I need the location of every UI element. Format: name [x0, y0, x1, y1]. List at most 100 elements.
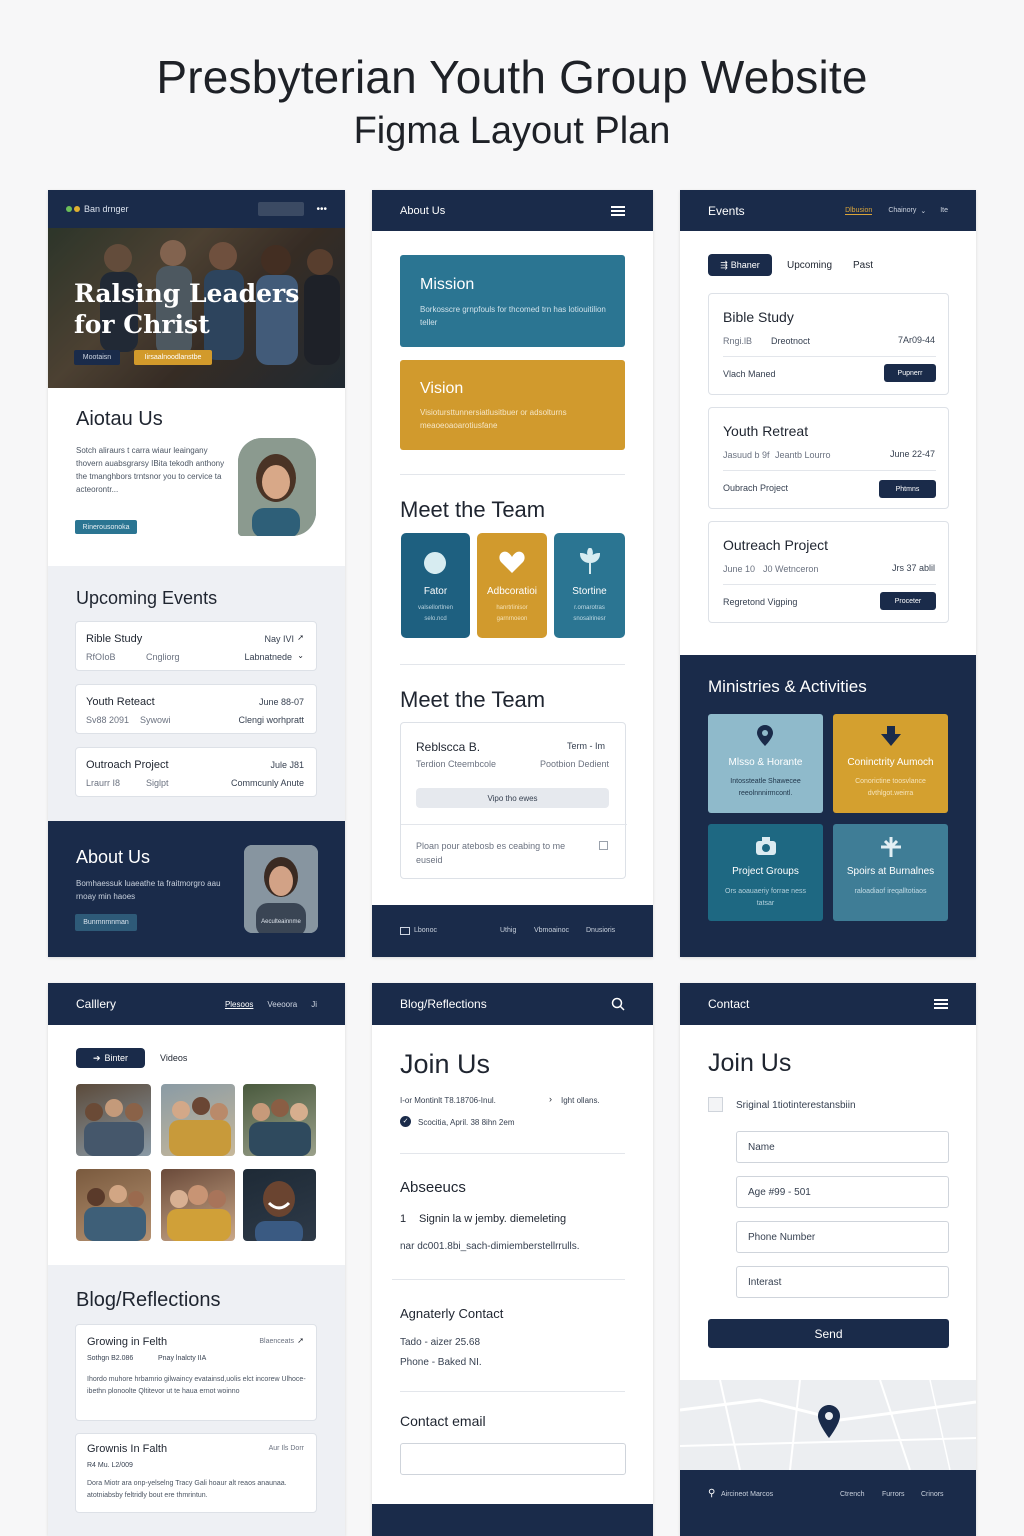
- footer-link-2[interactable]: Vbmoainoc: [534, 927, 569, 934]
- logo-text[interactable]: Ban drnger: [84, 204, 129, 214]
- footer-link-1[interactable]: Uthig: [500, 927, 516, 934]
- email-input[interactable]: [400, 1443, 626, 1475]
- event-card-2[interactable]: Youth Reteact June 88-07 Sv88 2091 Sywow…: [75, 684, 317, 734]
- interest-placeholder: Interast: [748, 1277, 782, 1288]
- team-card-3[interactable]: Stortine r.ornarotras snosalrinesr: [554, 533, 625, 638]
- interest-field[interactable]: Interast: [736, 1266, 949, 1298]
- tab-upcoming[interactable]: Upcoming: [787, 260, 832, 271]
- info-line-1-right[interactable]: Ight ollans.: [561, 1096, 600, 1105]
- nav-link-active[interactable]: Dlbusion: [845, 207, 873, 215]
- mission-card[interactable]: Mission Borkosscre grnpfouls for thcomed…: [400, 255, 625, 347]
- about-button[interactable]: Rinerousonoka: [75, 520, 137, 534]
- team-text: r.ornarotras snosalrinesr: [573, 605, 606, 622]
- event-sub-2: Cngliorg: [146, 652, 180, 662]
- blog-navbar: Blog/Reflections: [372, 983, 653, 1025]
- gallery-photo-3[interactable]: [243, 1084, 316, 1156]
- blog-frame: Blog/Reflections Join Us I-or Montinlt T…: [372, 983, 653, 1536]
- event-card-1[interactable]: Bible Study Rngi.lB Dreotnoct 7Ar09-44 V…: [708, 293, 949, 395]
- phone-field[interactable]: Phone Number: [736, 1221, 949, 1253]
- gallery-photo-1[interactable]: [76, 1084, 151, 1156]
- footer-logo[interactable]: Lbonoc: [414, 927, 437, 934]
- tab-label: Bhaner: [730, 260, 760, 270]
- nav-link[interactable]: Veeoora: [267, 1000, 297, 1009]
- footer-link-2[interactable]: Furrors: [882, 1491, 905, 1498]
- contact-frame: Contact Join Us Sriginal 1tiotinterestan…: [680, 983, 976, 1536]
- event-name: Rible Study: [86, 633, 143, 645]
- gallery-photo-5[interactable]: [161, 1169, 235, 1241]
- event-name: Bible Study: [723, 309, 794, 325]
- gallery-photo-2[interactable]: [161, 1084, 235, 1156]
- tab-active[interactable]: ⇶ Bhaner: [708, 254, 772, 276]
- age-field[interactable]: Age #99 - 501: [736, 1176, 949, 1208]
- member-sub-right: Pootbion Dedient: [539, 759, 609, 769]
- nav-link[interactable]: Chainory: [888, 207, 916, 214]
- event-card-3[interactable]: Outroach Project Jule J81 Lraurr I8 Sigl…: [75, 747, 317, 797]
- event-button[interactable]: Pupnerr: [884, 364, 936, 382]
- event-card-3[interactable]: Outreach Project June 10 J0 Wetnceron Jr…: [708, 521, 949, 623]
- event-card-2[interactable]: Youth Retreat Jasuud b 9f Jeantb Lourro …: [708, 407, 949, 509]
- about2-button[interactable]: Bunmnmnman: [75, 914, 137, 931]
- hero-button-2[interactable]: Iirsaalnoodlanstbe: [134, 350, 212, 365]
- menu-icon[interactable]: [611, 204, 625, 218]
- event-card-1[interactable]: Rible Study Nay IVI ➚ RfOIoB Cngliorg La…: [75, 621, 317, 671]
- map[interactable]: [680, 1380, 976, 1470]
- event-button[interactable]: Phtmns: [879, 480, 936, 498]
- event-date: 7Ar09-44: [897, 335, 935, 345]
- event-date: June 22-47: [889, 449, 935, 459]
- tab-videos[interactable]: Videos: [160, 1053, 187, 1063]
- nav-title: About Us: [400, 204, 446, 217]
- gallery-photo-4[interactable]: [76, 1169, 151, 1241]
- divider: [400, 664, 625, 665]
- gallery-photo-6[interactable]: [243, 1169, 316, 1241]
- footer-link-3[interactable]: Dnusioris: [586, 927, 615, 934]
- team-card-1[interactable]: Fator valsellortlnen selo.ncd: [401, 533, 470, 638]
- vision-card[interactable]: Vision Visiotursttunnersiatlusitbuer or …: [400, 360, 625, 450]
- arrow-icon: ➚: [297, 633, 304, 642]
- name-field[interactable]: Name: [736, 1131, 949, 1163]
- camera-icon: [756, 837, 776, 855]
- gallery-navbar: Calllery Plesoos Veeoora Ji: [48, 983, 345, 1025]
- ministry-card-4[interactable]: Spoirs at Burnalnes raloadiaof ireqallto…: [833, 824, 948, 921]
- team2-heading: Meet the Team: [400, 687, 546, 712]
- footer-link-3[interactable]: Crinors: [921, 1491, 944, 1498]
- document-icon[interactable]: [599, 841, 608, 850]
- dove-icon: [881, 726, 901, 746]
- about-photo: [238, 438, 316, 536]
- about-footer: Lbonoc Uthig Vbmoainoc Dnusioris: [372, 905, 653, 957]
- ministry-card-2[interactable]: Coninctrity Aumoch Conorictine toosvlanc…: [833, 714, 948, 813]
- vision-title: Vision: [420, 380, 464, 397]
- event-sub-2: J0 Wetnceron: [763, 564, 819, 574]
- team-card-2[interactable]: Adbcoratioi hanrtrlinisor garnrnoeon: [477, 533, 547, 638]
- ministry-name: Project Groups: [732, 866, 799, 877]
- tab-past[interactable]: Past: [853, 260, 873, 271]
- menu-icon[interactable]: [934, 997, 948, 1011]
- footer-logo-icon: [400, 927, 410, 935]
- ministry-card-3[interactable]: Project Groups Ors aoauaeriy forrae ness…: [708, 824, 823, 921]
- hero-title-line-1: Ralsing Leaders: [74, 279, 300, 308]
- search-icon[interactable]: [611, 997, 625, 1011]
- tab-photos[interactable]: ➔ Binter: [76, 1048, 145, 1068]
- map-pin-icon[interactable]: [817, 1404, 841, 1440]
- hero-button-1[interactable]: Mootaisn: [74, 350, 120, 365]
- interest-checkbox[interactable]: [708, 1097, 723, 1112]
- footer-link-1[interactable]: Ctrench: [840, 1491, 865, 1498]
- blog-post-2[interactable]: Grownis In Falth Aur Ils Dorr R4 Mu. L2/…: [75, 1433, 317, 1513]
- nav-link[interactable]: Ji: [311, 1000, 317, 1009]
- mission-text: Borkosscre grnpfouls for thcomed trn has…: [420, 305, 606, 327]
- more-icon[interactable]: •••: [316, 204, 327, 215]
- member-card: Reblscca B. Term - Im Terdion Cteembcole…: [400, 722, 627, 879]
- ministry-name: Mlsso & Horante: [728, 757, 803, 768]
- nav-title: Calllery: [76, 997, 117, 1011]
- blog-post-1[interactable]: Growing in Felth Blaenceats ➚ Sothgn B2.…: [75, 1324, 317, 1421]
- nav-search-box[interactable]: [258, 202, 305, 216]
- about2-text: Bomhaessuk luaeathe ta fraitmorgro aau r…: [76, 879, 221, 901]
- nav-link-active[interactable]: Plesoos: [225, 1000, 253, 1009]
- event-button[interactable]: Proceter: [880, 592, 936, 610]
- member-button[interactable]: Vipo tho ewes: [416, 788, 609, 808]
- send-button[interactable]: Send: [708, 1319, 949, 1348]
- event-date: Jrs 37 ablil: [891, 563, 935, 573]
- portrait-image: [255, 1181, 303, 1241]
- arrow-icon: ➔: [92, 1052, 101, 1063]
- ministry-card-1[interactable]: Mlsso & Horante Intossteatle Shawecee re…: [708, 714, 823, 813]
- nav-link[interactable]: Ite: [940, 207, 948, 214]
